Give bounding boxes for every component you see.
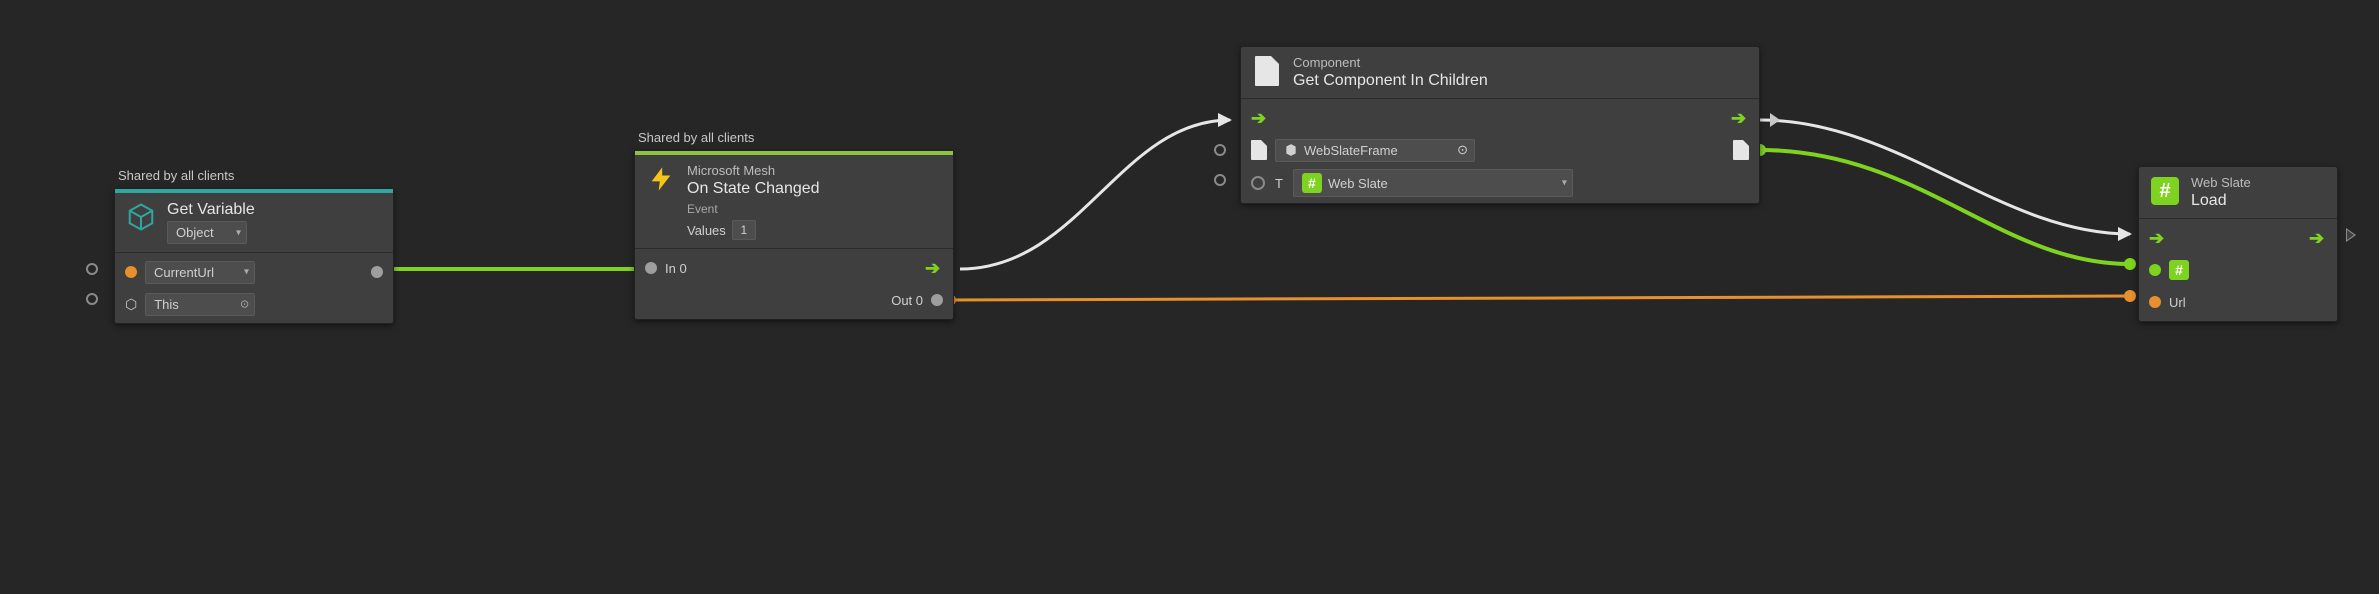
node-header: Microsoft Mesh On State Changed Event Va… [635,155,953,249]
values-count-input[interactable] [732,220,756,240]
values-label: Values [687,223,726,238]
cube-outline-icon [125,201,157,233]
node-header: # Web Slate Load [2139,167,2337,219]
url-port[interactable] [2149,296,2161,308]
node-subtitle: Shared by all clients [118,168,234,183]
output-port[interactable] [125,266,137,278]
port-label: In 0 [665,261,687,276]
type-param-label: T [1275,176,1283,191]
variable-dropdown[interactable]: CurrentUrl [145,261,255,284]
target-object-field[interactable]: This [145,293,255,316]
flow-out-icon[interactable] [2309,231,2327,245]
node-header: Component Get Component In Children [1241,47,1759,99]
lightning-icon [645,163,677,195]
type-port[interactable] [1251,176,1265,190]
node-category: Microsoft Mesh [687,163,820,178]
output-port-out0[interactable] [931,294,943,306]
document-icon [1251,140,1267,160]
node-title: Get Variable [167,201,255,219]
node-category: Web Slate [2191,175,2251,190]
input-port-in0[interactable] [645,262,657,274]
node-category: Component [1293,55,1488,70]
type-dropdown[interactable]: # Web Slate [1293,169,1573,197]
node-subtitle: Shared by all clients [638,130,754,145]
node-title: Get Component In Children [1293,72,1488,90]
gameobject-field[interactable]: WebSlateFrame ⊙ [1275,139,1475,162]
flow-out-icon[interactable] [1731,111,1749,125]
kind-dropdown[interactable]: Object [167,221,247,244]
flow-in-icon[interactable] [1251,111,1269,125]
hash-icon: # [2149,175,2181,207]
flow-in-icon[interactable] [2149,231,2167,245]
node-web-slate-load[interactable]: # Web Slate Load # Url [2138,166,2338,322]
external-port[interactable] [86,293,98,305]
node-get-component-in-children[interactable]: Component Get Component In Children WebS… [1240,46,1760,204]
port-label: Url [2169,295,2186,310]
hash-icon: # [2169,260,2189,280]
external-port[interactable] [86,263,98,275]
value-port[interactable] [371,266,383,278]
node-get-variable[interactable]: Get Variable Object CurrentUrl This [114,188,394,324]
flow-connector-icon [1770,113,1780,127]
document-icon [1251,55,1283,87]
hash-icon: # [1302,173,1322,193]
object-icon [125,296,137,313]
target-port[interactable] [2149,264,2161,276]
flow-out-icon[interactable] [925,261,943,275]
node-title: Load [2191,192,2251,210]
unity-logo-icon [1284,143,1298,157]
flow-connector-icon [2346,228,2356,242]
document-icon [1733,140,1749,160]
external-port[interactable] [1214,144,1226,156]
external-port[interactable] [1214,174,1226,186]
port-label: Out 0 [891,293,923,308]
event-label: Event [687,202,820,216]
node-on-state-changed[interactable]: Microsoft Mesh On State Changed Event Va… [634,150,954,320]
node-header: Get Variable Object [115,193,393,253]
node-title: On State Changed [687,180,820,198]
